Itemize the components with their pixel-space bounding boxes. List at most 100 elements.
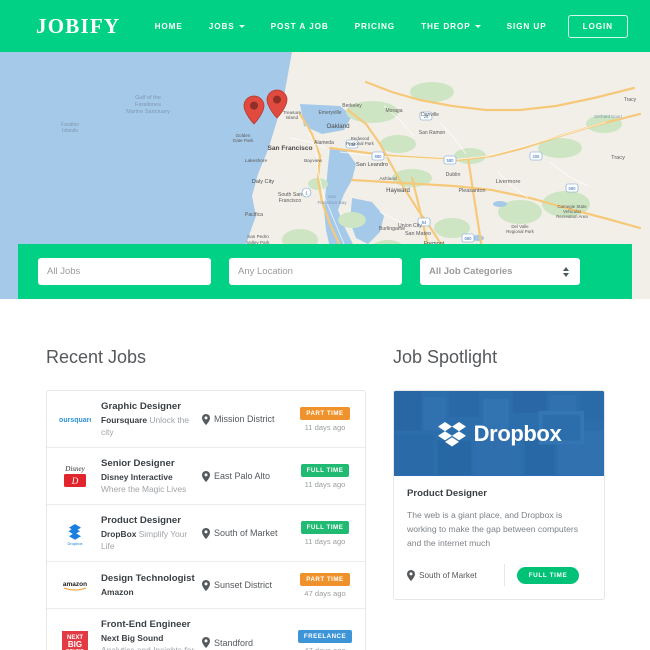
recent-jobs-section: Recent Jobs foursquare Graphic Designer … [46,347,366,650]
svg-text:Tracy: Tracy [624,97,637,103]
svg-text:Danville: Danville [421,112,439,118]
table-row[interactable]: Dropbox Product Designer DropBox Simplif… [47,505,365,562]
svg-text:Gulf of the: Gulf of the [135,95,161,101]
search-input-jobs-placeholder: All Jobs [47,266,81,277]
svg-text:BIG: BIG [68,640,82,649]
job-company-name: Amazon [101,586,134,597]
job-title: Graphic Designer [101,401,181,412]
svg-text:Francisco: Francisco [279,198,302,204]
spotlight-card[interactable]: Dropbox Product Designer The web is a gi… [393,390,605,600]
job-info: Design Technologist Amazon [101,572,202,599]
svg-text:Daly City: Daly City [252,179,275,185]
nav-item-jobs[interactable]: JOBS [196,16,258,37]
job-location-label: Mission District [214,414,275,424]
svg-text:Alameda: Alameda [314,140,334,146]
svg-text:Regional Park: Regional Park [506,229,534,234]
svg-text:Emeryville: Emeryville [318,110,341,116]
status-badge: FULL TIME [300,463,350,477]
svg-text:foursquare: foursquare [59,417,91,424]
chevron-down-icon [474,25,481,28]
main-nav: HOME JOBS POST A JOB PRICING THE DROP SI… [142,14,628,38]
job-location: Mission District [202,413,296,425]
svg-text:San Ramon: San Ramon [419,130,446,136]
svg-text:Pacifica: Pacifica [245,212,263,218]
amazon-logo: amazon [58,571,92,599]
job-title: Product Designer [101,515,181,526]
svg-text:San: San [328,194,337,199]
map-pin-icon [202,527,210,539]
job-location-label: South of Market [214,528,278,538]
map-pin-icon [407,569,415,581]
svg-text:Island: Island [286,115,299,120]
dropbox-banner-logo: Dropbox [437,420,562,448]
spotlight-footer: South of Market FULL TIME [394,550,604,599]
site-header: JOBIFY HOME JOBS POST A JOB PRICING THE … [0,0,650,52]
table-row[interactable]: amazon Design Technologist Amazon Sunset… [47,562,365,609]
svg-text:Francisco Bay: Francisco Bay [317,200,347,205]
nav-item-post-a-job[interactable]: POST A JOB [258,16,342,37]
svg-text:Moraga: Moraga [386,108,403,114]
status-badge: FREELANCE [297,630,353,644]
dropbox-logo: Dropbox [58,519,92,547]
nav-item-home[interactable]: HOME [142,16,196,37]
job-company-tagline: Where the Magic Lives [101,483,187,494]
job-info: Product Designer DropBox Simplify Your L… [101,514,202,552]
table-row[interactable]: foursquare Graphic Designer Foursquare U… [47,391,365,448]
svg-text:San Mateo: San Mateo [405,231,431,237]
disney-logo: Disney D [58,462,92,490]
job-meta: PART TIME 11 days ago [296,406,354,432]
category-select[interactable]: All Job Categories [420,258,580,285]
svg-text:580: 580 [447,158,455,163]
svg-text:880: 880 [375,154,383,159]
category-select-value: All Job Categories [429,266,513,277]
search-input-location[interactable]: Any Location [229,258,402,285]
job-title: Senior Designer [101,458,175,469]
foursquare-logo: foursquare [58,405,92,433]
svg-text:Union City: Union City [398,223,422,229]
recent-jobs-list: foursquare Graphic Designer Foursquare U… [46,390,366,650]
table-row[interactable]: NEXT BIG SOUND Front-End Engineer Next B… [47,609,365,650]
job-spotlight-section: Job Spotlight Dropbox Product Designer T… [393,347,605,600]
job-company-name: Foursquare [101,415,148,425]
svg-text:680: 680 [465,236,473,241]
site-logo[interactable]: JOBIFY [36,14,120,39]
spotlight-location: South of Market [407,564,505,586]
nav-item-the-drop[interactable]: THE DROP [408,16,494,37]
map-pin-icon [202,637,210,649]
svg-text:84: 84 [422,220,427,225]
job-location: South of Market [202,527,296,539]
svg-text:Disney: Disney [64,465,85,473]
svg-text:Hayward: Hayward [386,188,410,194]
job-age: 11 days ago [304,479,346,489]
svg-text:Dublin: Dublin [446,172,461,178]
map-pin-icon [202,470,210,482]
svg-text:Marine Sanctuary: Marine Sanctuary [126,109,170,115]
job-company: Next Big Sound Analytics and Insights fo… [101,633,196,650]
svg-text:Orchard Court: Orchard Court [594,114,623,119]
login-button[interactable]: LOGIN [567,14,628,38]
search-input-jobs[interactable]: All Jobs [38,258,211,285]
chevron-down-icon [238,25,245,28]
job-search-bar: All Jobs Any Location All Job Categories [18,244,632,299]
job-age: 47 days ago [304,646,345,650]
svg-text:205: 205 [533,154,541,159]
svg-text:Oakland: Oakland [326,123,350,130]
table-row[interactable]: Disney D Senior Designer Disney Interact… [47,448,365,505]
job-age: 47 days ago [304,588,346,598]
nav-item-pricing-label: PRICING [354,21,396,31]
job-title: Design Technologist [101,572,195,584]
svg-text:Tracy: Tracy [611,155,625,161]
nav-item-the-drop-label: THE DROP [421,21,471,31]
svg-text:580: 580 [569,186,577,191]
page-root: JOBIFY HOME JOBS POST A JOB PRICING THE … [0,0,650,650]
svg-text:San Leandro: San Leandro [356,162,388,168]
spotlight-status-badge[interactable]: FULL TIME [516,566,580,584]
search-input-location-placeholder: Any Location [238,266,293,277]
nav-item-pricing[interactable]: PRICING [342,16,408,37]
select-stepper-icon [563,266,569,277]
login-button-label: LOGIN [582,21,613,31]
spotlight-description: The web is a giant place, and Dropbox is… [407,510,579,548]
svg-text:San Francisco: San Francisco [267,145,312,152]
svg-text:Regional Park: Regional Park [346,141,374,146]
nav-item-sign-up[interactable]: SIGN UP [494,16,560,37]
